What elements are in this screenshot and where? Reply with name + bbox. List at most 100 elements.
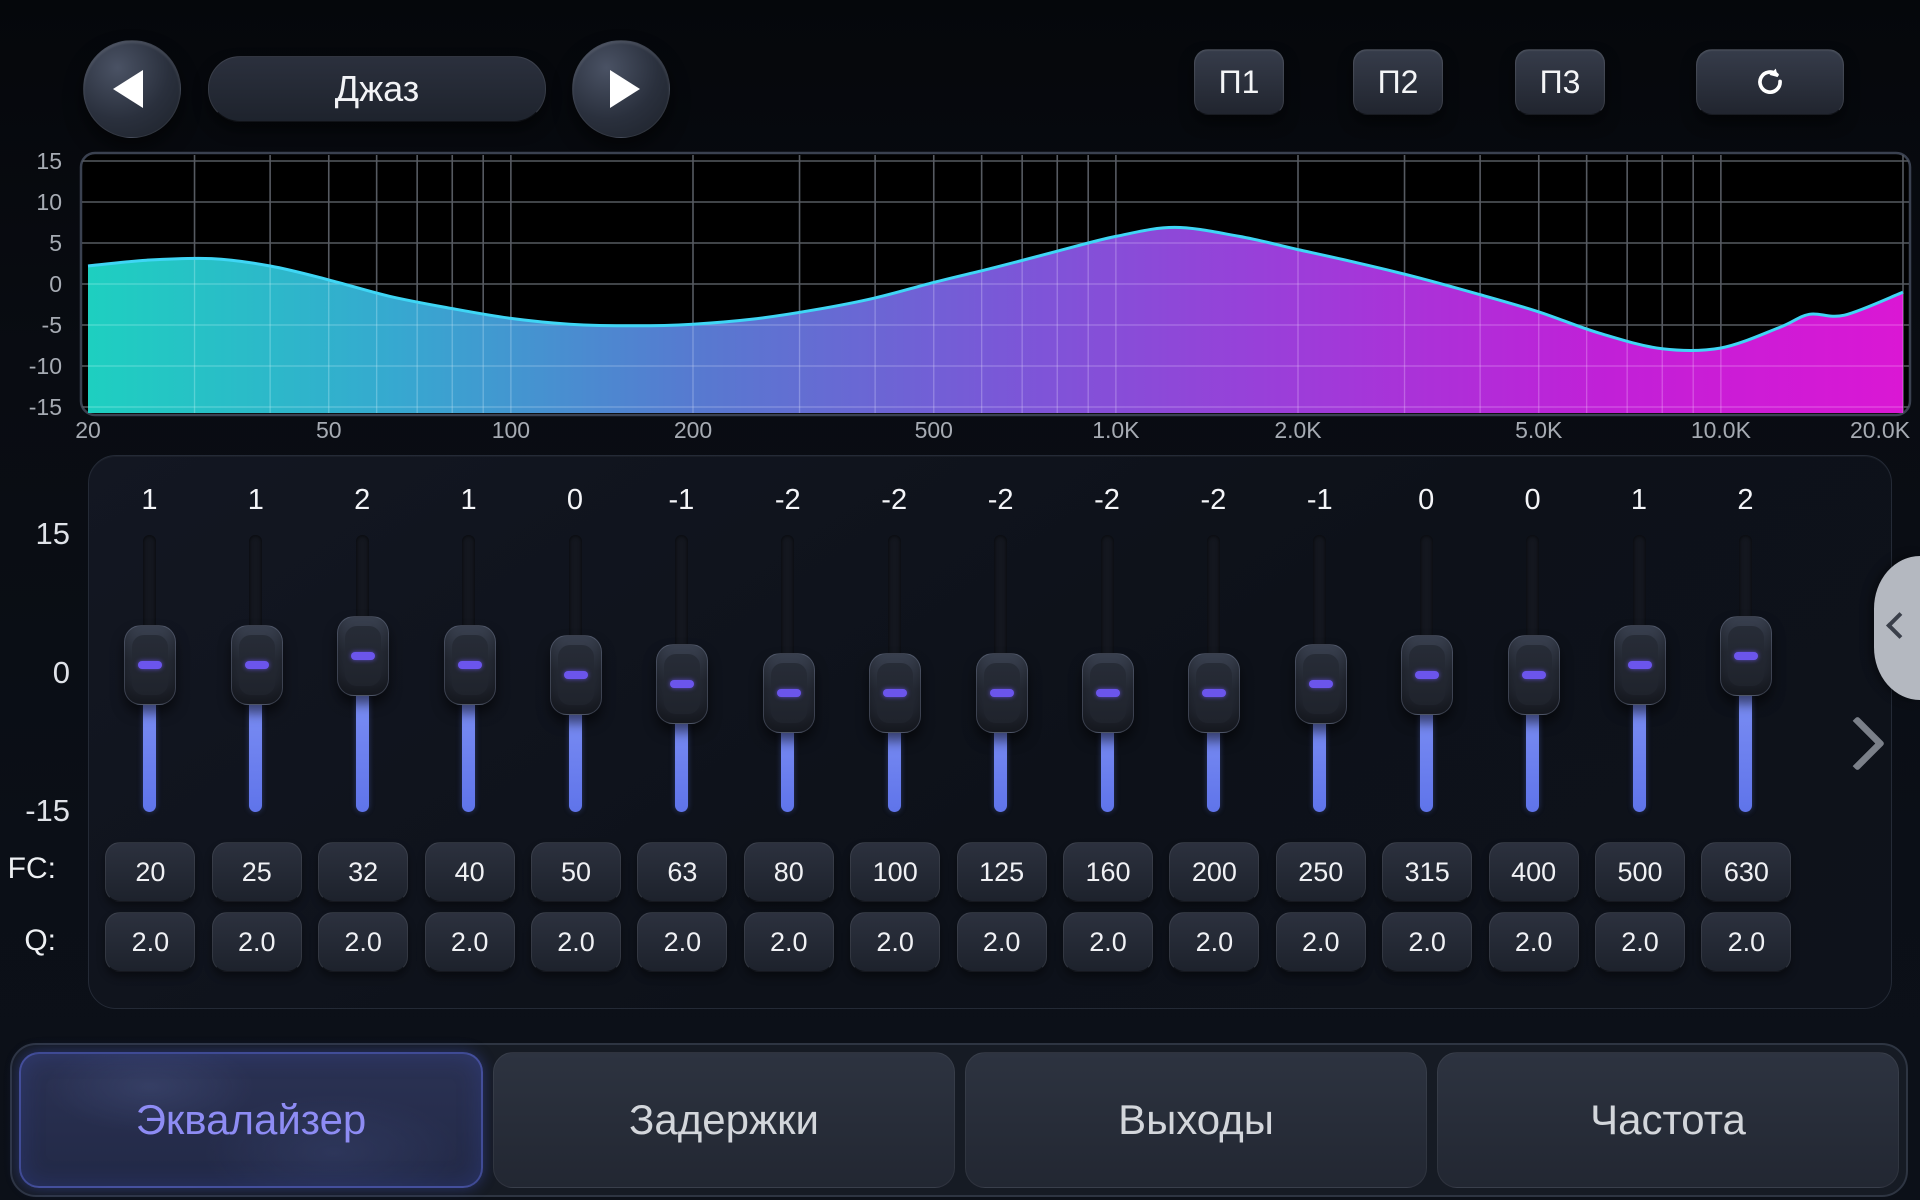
slider-thumb[interactable] — [550, 635, 602, 715]
thumb-dash-icon — [670, 680, 694, 688]
thumb-dash-icon — [1734, 652, 1758, 660]
slider-thumb[interactable] — [1508, 635, 1560, 715]
x-tick-label: 200 — [674, 417, 712, 443]
band-fc-button[interactable]: 20 — [105, 842, 195, 902]
x-tick-label: 100 — [492, 417, 530, 443]
y-tick-label: -15 — [16, 394, 62, 420]
slider-thumb[interactable] — [976, 653, 1028, 733]
slider-thumb[interactable] — [1188, 653, 1240, 733]
band-q-button[interactable]: 2.0 — [105, 912, 195, 972]
x-tick-label: 10.0K — [1691, 417, 1751, 443]
slider-thumb[interactable] — [1295, 644, 1347, 724]
eq-response-graph — [0, 0, 1920, 450]
slider-thumb[interactable] — [444, 625, 496, 705]
slider-scale-label: -15 — [0, 793, 70, 829]
thumb-dash-icon — [777, 689, 801, 697]
band-q-button[interactable]: 2.0 — [1489, 912, 1579, 972]
band-q-button[interactable]: 2.0 — [1276, 912, 1366, 972]
band-fc-button[interactable]: 125 — [957, 842, 1047, 902]
band-gain-value: 1 — [414, 484, 524, 517]
thumb-dash-icon — [1202, 689, 1226, 697]
band-fc-button[interactable]: 100 — [850, 842, 940, 902]
band-fc-button[interactable]: 500 — [1595, 842, 1685, 902]
band-q-button[interactable]: 2.0 — [744, 912, 834, 972]
band-fc-button[interactable]: 80 — [744, 842, 834, 902]
band-q-button[interactable]: 2.0 — [1701, 912, 1791, 972]
slider-thumb[interactable] — [1614, 625, 1666, 705]
band-q-button[interactable]: 2.0 — [212, 912, 302, 972]
slider-thumb[interactable] — [869, 653, 921, 733]
thumb-dash-icon — [1309, 680, 1333, 688]
band-q-button[interactable]: 2.0 — [957, 912, 1047, 972]
band-q-button[interactable]: 2.0 — [637, 912, 727, 972]
band-fc-button[interactable]: 32 — [318, 842, 408, 902]
thumb-dash-icon — [458, 661, 482, 669]
x-tick-label: 20 — [75, 417, 101, 443]
q-row-label: Q: — [0, 924, 56, 958]
band-fc-button[interactable]: 400 — [1489, 842, 1579, 902]
band-fc-button[interactable]: 50 — [531, 842, 621, 902]
band-gain-value: 2 — [1690, 484, 1800, 517]
x-tick-label: 1.0K — [1092, 417, 1139, 443]
band-fc-button[interactable]: 315 — [1382, 842, 1472, 902]
band-fc-button[interactable]: 25 — [212, 842, 302, 902]
thumb-dash-icon — [990, 689, 1014, 697]
band-q-button[interactable]: 2.0 — [1169, 912, 1259, 972]
band-gain-value: -1 — [1265, 484, 1375, 517]
slider-thumb[interactable] — [231, 625, 283, 705]
slider-thumb[interactable] — [1720, 616, 1772, 696]
band-fc-button[interactable]: 200 — [1169, 842, 1259, 902]
bottom-tab-bar: Эквалайзер Задержки Выходы Частота — [10, 1043, 1908, 1197]
band-gain-value: 1 — [1584, 484, 1694, 517]
band-q-button[interactable]: 2.0 — [850, 912, 940, 972]
y-tick-label: 5 — [16, 230, 62, 256]
thumb-dash-icon — [1522, 671, 1546, 679]
band-gain-value: -2 — [1052, 484, 1162, 517]
slider-thumb[interactable] — [656, 644, 708, 724]
slider-thumb[interactable] — [1401, 635, 1453, 715]
thumb-dash-icon — [564, 671, 588, 679]
band-q-button[interactable]: 2.0 — [425, 912, 515, 972]
band-gain-value: -2 — [733, 484, 843, 517]
x-tick-label: 20.0K — [1850, 417, 1910, 443]
band-gain-value: 2 — [307, 484, 417, 517]
tab-frequency[interactable]: Частота — [1437, 1052, 1899, 1188]
band-q-button[interactable]: 2.0 — [1595, 912, 1685, 972]
band-gain-value: 0 — [1478, 484, 1588, 517]
x-tick-label: 2.0K — [1274, 417, 1321, 443]
band-gain-value: -1 — [626, 484, 736, 517]
thumb-dash-icon — [883, 689, 907, 697]
tab-outputs-label: Выходы — [1118, 1096, 1274, 1144]
band-q-button[interactable]: 2.0 — [1063, 912, 1153, 972]
thumb-dash-icon — [138, 661, 162, 669]
band-gain-value: 1 — [201, 484, 311, 517]
tab-equalizer-label: Эквалайзер — [136, 1096, 367, 1144]
band-fc-button[interactable]: 250 — [1276, 842, 1366, 902]
band-q-button[interactable]: 2.0 — [318, 912, 408, 972]
slider-scale-label: 15 — [0, 516, 70, 552]
slider-thumb[interactable] — [1082, 653, 1134, 733]
band-fc-button[interactable]: 630 — [1701, 842, 1791, 902]
thumb-dash-icon — [1096, 689, 1120, 697]
band-gain-value: 0 — [1371, 484, 1481, 517]
band-fc-button[interactable]: 40 — [425, 842, 515, 902]
tab-outputs[interactable]: Выходы — [965, 1052, 1427, 1188]
slider-thumb[interactable] — [763, 653, 815, 733]
band-q-button[interactable]: 2.0 — [1382, 912, 1472, 972]
tab-delays[interactable]: Задержки — [493, 1052, 955, 1188]
y-tick-label: 15 — [16, 148, 62, 174]
tab-equalizer[interactable]: Эквалайзер — [19, 1052, 483, 1188]
band-q-button[interactable]: 2.0 — [531, 912, 621, 972]
slider-thumb[interactable] — [337, 616, 389, 696]
y-tick-label: 10 — [16, 189, 62, 215]
band-fc-button[interactable]: 63 — [637, 842, 727, 902]
band-fc-button[interactable]: 160 — [1063, 842, 1153, 902]
band-gain-value: -2 — [1158, 484, 1268, 517]
slider-thumb[interactable] — [124, 625, 176, 705]
band-gain-value: 0 — [520, 484, 630, 517]
tab-delays-label: Задержки — [629, 1096, 819, 1144]
thumb-dash-icon — [1415, 671, 1439, 679]
x-tick-label: 50 — [316, 417, 342, 443]
thumb-dash-icon — [1628, 661, 1652, 669]
thumb-dash-icon — [351, 652, 375, 660]
